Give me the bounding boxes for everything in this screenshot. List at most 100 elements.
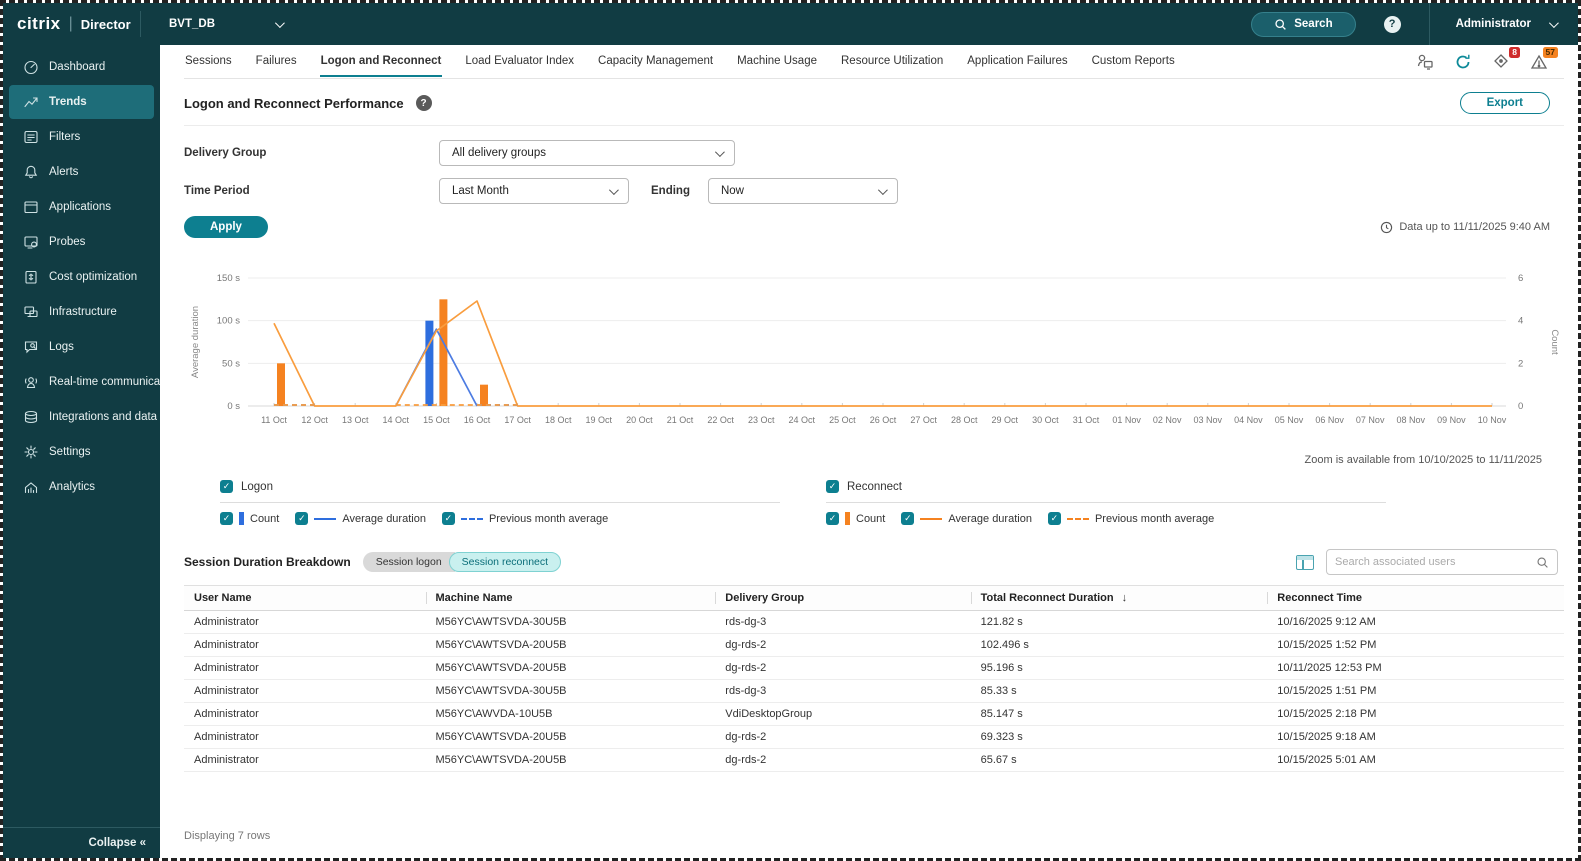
tab-custom-reports[interactable]: Custom Reports bbox=[1091, 46, 1176, 77]
column-header-user-name[interactable]: User Name bbox=[184, 585, 426, 611]
sidebar-item-label: Settings bbox=[49, 446, 91, 458]
column-header-total-reconnect-duration[interactable]: Total Reconnect Duration ↓ bbox=[970, 585, 1268, 611]
search-icon[interactable] bbox=[1536, 556, 1549, 569]
column-header-reconnect-time[interactable]: Reconnect Time bbox=[1267, 585, 1564, 611]
table-cell: Administrator bbox=[184, 610, 426, 634]
tab-sessions[interactable]: Sessions bbox=[184, 46, 233, 77]
ending-select[interactable]: Now bbox=[707, 178, 898, 204]
sidebar-item-probes[interactable]: Probes bbox=[9, 225, 154, 259]
table-row[interactable]: Administrator M56YC\AWTSVDA-20U5B dg-rds-2… bbox=[184, 656, 1564, 680]
table-cell: Administrator bbox=[184, 725, 426, 749]
sidebar-item-cost-optimization[interactable]: Cost optimization bbox=[9, 260, 154, 294]
page-help-icon[interactable]: ? bbox=[415, 95, 432, 111]
breakdown-title: Session Duration Breakdown bbox=[184, 555, 351, 569]
legend-item-count: ✓ Count bbox=[826, 512, 885, 525]
tab-machine-usage[interactable]: Machine Usage bbox=[736, 46, 818, 77]
legend-item-label: Count bbox=[856, 512, 886, 525]
svg-text:11 Oct: 11 Oct bbox=[261, 415, 287, 425]
export-button[interactable]: Export bbox=[1459, 92, 1550, 114]
table-row[interactable]: Administrator M56YC\AWTSVDA-20U5B dg-rds-2… bbox=[184, 633, 1564, 657]
checkbox-checked-icon[interactable]: ✓ bbox=[441, 512, 455, 525]
tab-load-evaluator-index[interactable]: Load Evaluator Index bbox=[464, 46, 575, 77]
table-row[interactable]: Administrator M56YC\AWTSVDA-30U5B rds-dg-3… bbox=[184, 610, 1564, 634]
refresh-icon[interactable] bbox=[1454, 53, 1474, 71]
sidebar-collapse-button[interactable]: Collapse « bbox=[3, 827, 160, 858]
checkbox-checked-icon[interactable]: ✓ bbox=[1047, 512, 1061, 525]
sidebar-item-applications[interactable]: Applications bbox=[9, 190, 154, 224]
tab-capacity-management[interactable]: Capacity Management bbox=[597, 46, 714, 77]
user-menu[interactable]: Administrator bbox=[1428, 3, 1578, 45]
table-cell: 10/15/2025 1:52 PM bbox=[1267, 633, 1564, 657]
sidebar-item-analytics[interactable]: Analytics bbox=[9, 470, 154, 504]
sidebar-item-real-time-communications[interactable]: Real-time communications bbox=[9, 365, 185, 399]
table-row[interactable]: Administrator M56YC\AWVDA-10U5B VdiDesktop… bbox=[184, 702, 1564, 726]
sidebar-item-alerts[interactable]: Alerts bbox=[9, 155, 154, 189]
table-row[interactable]: Administrator M56YC\AWTSVDA-20U5B dg-rds-2… bbox=[184, 725, 1564, 749]
checkbox-checked-icon[interactable]: ✓ bbox=[901, 512, 915, 525]
svg-text:21 Oct: 21 Oct bbox=[667, 415, 694, 425]
table-cell: rds-dg-3 bbox=[715, 610, 971, 634]
sidebar-item-infrastructure[interactable]: Infrastructure bbox=[9, 295, 154, 329]
checkbox-checked-icon[interactable]: ✓ bbox=[220, 512, 233, 525]
chevron-down-icon bbox=[608, 184, 619, 195]
search-button[interactable]: Search bbox=[1251, 11, 1356, 37]
tab-logon-and-reconnect[interactable]: Logon and Reconnect bbox=[319, 46, 443, 77]
sidebar-item-dashboard[interactable]: Dashboard bbox=[9, 50, 154, 84]
search-button-label: Search bbox=[1294, 18, 1333, 30]
svg-text:09 Nov: 09 Nov bbox=[1437, 415, 1466, 425]
column-picker-icon[interactable] bbox=[1296, 554, 1314, 570]
svg-text:2: 2 bbox=[1518, 358, 1523, 369]
svg-text:31 Oct: 31 Oct bbox=[1073, 415, 1100, 425]
help-icon[interactable]: ? bbox=[1383, 15, 1401, 33]
apply-button[interactable]: Apply bbox=[184, 216, 268, 238]
delivery-group-select[interactable]: All delivery groups bbox=[439, 140, 735, 166]
table-row[interactable]: Administrator M56YC\AWTSVDA-20U5B dg-rds-2… bbox=[184, 748, 1564, 772]
checkbox-checked-icon[interactable]: ✓ bbox=[826, 480, 839, 493]
logon-reconnect-chart[interactable]: 0 s 0 50 s 2 100 s 4 150 s 6 Average duration Cou… bbox=[184, 264, 1564, 466]
svg-text:28 Oct: 28 Oct bbox=[951, 415, 978, 425]
sidebar-item-trends[interactable]: Trends bbox=[9, 85, 154, 119]
sidebar-item-filters[interactable]: Filters bbox=[9, 120, 154, 154]
checkbox-checked-icon[interactable]: ✓ bbox=[220, 480, 233, 493]
sidebar-item-logs[interactable]: Logs bbox=[9, 330, 154, 364]
sidebar-item-label: Logs bbox=[49, 341, 74, 353]
column-header-delivery-group[interactable]: Delivery Group bbox=[715, 585, 971, 611]
performance-chart-svg[interactable]: 0 s 0 50 s 2 100 s 4 150 s 6 Average duration Cou… bbox=[184, 264, 1568, 450]
associated-users-search-input[interactable] bbox=[1335, 556, 1536, 568]
svg-text:14 Oct: 14 Oct bbox=[383, 415, 410, 425]
table-cell: 10/15/2025 9:18 AM bbox=[1267, 725, 1564, 749]
site-selector[interactable]: BVT_DB bbox=[141, 17, 302, 30]
sidebar-item-label: Applications bbox=[49, 201, 112, 213]
tab-failures[interactable]: Failures bbox=[255, 46, 298, 77]
sidebar-item-settings[interactable]: Settings bbox=[9, 435, 154, 469]
svg-text:10 Nov: 10 Nov bbox=[1478, 415, 1507, 425]
tab-application-failures[interactable]: Application Failures bbox=[966, 46, 1068, 77]
table-cell: M56YC\AWTSVDA-20U5B bbox=[425, 725, 716, 749]
alerts-notification-icon[interactable]: 8 bbox=[1492, 46, 1520, 71]
toggle-session-reconnect[interactable]: Session reconnect bbox=[448, 552, 562, 572]
column-header-machine-name[interactable]: Machine Name bbox=[425, 585, 716, 611]
search-icon bbox=[1275, 18, 1287, 30]
user-sessions-icon[interactable] bbox=[1416, 53, 1436, 71]
bar-swatch bbox=[845, 512, 850, 525]
delivery-group-value: All delivery groups bbox=[452, 147, 546, 159]
toggle-session-logon[interactable]: Session logon bbox=[362, 552, 455, 572]
svg-text:Count: Count bbox=[1549, 329, 1560, 355]
table-cell: Administrator bbox=[184, 633, 426, 657]
tab-resource-utilization[interactable]: Resource Utilization bbox=[840, 46, 944, 77]
svg-text:100 s: 100 s bbox=[217, 316, 240, 327]
sidebar-item-integrations-and-data-exports[interactable]: Integrations and data exports bbox=[9, 400, 198, 434]
sidebar-item-label: Alerts bbox=[49, 166, 79, 178]
data-up-to: Data up to 11/11/2025 9:40 AM bbox=[1380, 221, 1550, 234]
legend-group-logon: ✓ Logon ✓ Count ✓ Average duration ✓ Previous m… bbox=[220, 480, 780, 525]
time-period-select[interactable]: Last Month bbox=[439, 178, 629, 204]
warnings-notification-icon[interactable]: 57 bbox=[1530, 46, 1558, 71]
table-row[interactable]: Administrator M56YC\AWTSVDA-30U5B rds-dg-3… bbox=[184, 679, 1564, 703]
checkbox-checked-icon[interactable]: ✓ bbox=[295, 512, 309, 525]
table-cell: 95.196 s bbox=[970, 656, 1268, 680]
user-menu-label: Administrator bbox=[1455, 18, 1531, 30]
table-cell: M56YC\AWTSVDA-30U5B bbox=[425, 610, 716, 634]
chart-legend: ✓ Logon ✓ Count ✓ Average duration ✓ Previous m… bbox=[220, 480, 1564, 525]
sidebar-item-label: Probes bbox=[49, 236, 86, 248]
checkbox-checked-icon[interactable]: ✓ bbox=[826, 512, 839, 525]
